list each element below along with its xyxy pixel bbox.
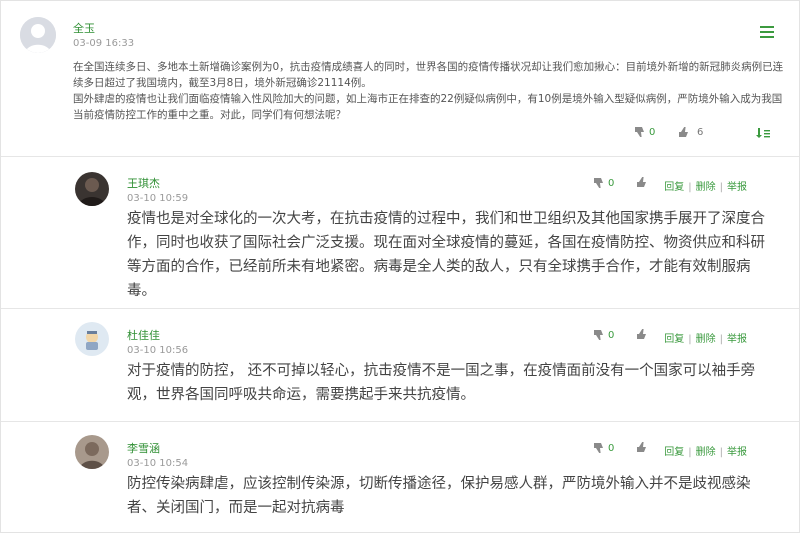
reply-link[interactable]: 回复: [664, 447, 684, 458]
avatar[interactable]: [75, 435, 109, 469]
thumbs-up-icon: [679, 127, 688, 137]
dislike-button[interactable]: 0: [634, 126, 655, 138]
separator: |: [688, 334, 692, 345]
reply-author[interactable]: 杜佳佳: [127, 327, 160, 343]
sort-down-icon: [756, 128, 770, 138]
separator: |: [719, 447, 723, 458]
post-content: 在全国连续多日、多地本土新增确诊案例为0，抗击疫情成绩喜人的同时，世界各国的疫情…: [73, 59, 788, 123]
thumbs-down-icon: [594, 330, 603, 340]
delete-link[interactable]: 删除: [696, 334, 716, 345]
dislike-count: 0: [608, 329, 615, 341]
reply-actions: 回复 | 删除 | 举报: [664, 178, 747, 193]
reply-item: 杜佳佳 03-10 10:56 0 回复 | 删除 | 举报 对于疫情的防控， 还不可掉…: [1, 309, 799, 422]
dislike-button[interactable]: 0: [593, 442, 614, 454]
like-button[interactable]: [636, 176, 648, 188]
separator: |: [719, 334, 723, 345]
dislike-count: 0: [608, 177, 615, 189]
reply-actions: 回复 | 删除 | 举报: [664, 330, 747, 345]
reply-time: 03-10 10:54: [127, 458, 189, 469]
comment-thread: 全玉 03-09 16:33 在全国连续多日、多地本土新增确诊案例为0，抗击疫情…: [0, 0, 800, 533]
sort-button[interactable]: [756, 128, 770, 138]
menu-icon[interactable]: [760, 26, 774, 38]
reply-actions: 回复 | 删除 | 举报: [664, 443, 747, 458]
dislike-count: 0: [608, 442, 615, 454]
avatar[interactable]: [20, 17, 56, 53]
delete-link[interactable]: 删除: [696, 447, 716, 458]
avatar[interactable]: [75, 172, 109, 206]
like-button[interactable]: [636, 328, 648, 340]
separator: |: [719, 182, 723, 193]
thumbs-up-icon: [637, 442, 646, 452]
report-link[interactable]: 举报: [727, 447, 747, 458]
reply-item: 王琪杰 03-10 10:59 0 回复 | 删除 | 举报 疫情也是对全球化的一次大考…: [1, 157, 799, 309]
dislike-count: 0: [649, 126, 656, 138]
thumbs-up-icon: [637, 329, 646, 339]
reply-author[interactable]: 李雪涵: [127, 440, 160, 456]
thumbs-down-icon: [635, 127, 644, 137]
like-button[interactable]: 6: [678, 126, 703, 138]
avatar[interactable]: [75, 322, 109, 356]
reply-time: 03-10 10:56: [127, 345, 189, 356]
post-paragraph: 在全国连续多日、多地本土新增确诊案例为0，抗击疫情成绩喜人的同时，世界各国的疫情…: [73, 61, 784, 89]
thumbs-up-icon: [637, 177, 646, 187]
default-avatar-icon: [20, 17, 56, 53]
separator: |: [688, 447, 692, 458]
reply-content: 疫情也是对全球化的一次大考，在抗击疫情的过程中，我们和世卫组织及其他国家携手展开…: [127, 211, 765, 299]
thumbs-down-icon: [594, 443, 603, 453]
reply-content: 防控传染病肆虐，应该控制传染源，切断传播途径，保护易感人群，严防境外输入并不是歧…: [127, 476, 751, 516]
post-author[interactable]: 全玉: [73, 20, 95, 36]
report-link[interactable]: 举报: [727, 334, 747, 345]
thumbs-down-icon: [594, 178, 603, 188]
like-count: 6: [697, 126, 704, 138]
reply-item: 李雪涵 03-10 10:54 0 回复 | 删除 | 举报 防控传染病肆虐，应该控制传…: [1, 422, 799, 532]
like-button[interactable]: [636, 441, 648, 453]
report-link[interactable]: 举报: [727, 182, 747, 193]
user-photo-icon: [75, 172, 109, 206]
reply-author[interactable]: 王琪杰: [127, 175, 160, 191]
dislike-button[interactable]: 0: [593, 177, 614, 189]
cartoon-avatar-icon: [75, 322, 109, 356]
separator: |: [688, 182, 692, 193]
user-photo-icon: [75, 435, 109, 469]
delete-link[interactable]: 删除: [696, 182, 716, 193]
post-time: 03-09 16:33: [73, 38, 135, 49]
dislike-button[interactable]: 0: [593, 329, 614, 341]
reply-content: 对于疫情的防控， 还不可掉以轻心，抗击疫情不是一国之事，在疫情面前没有一个国家可…: [127, 363, 756, 403]
reply-link[interactable]: 回复: [664, 182, 684, 193]
reply-link[interactable]: 回复: [664, 334, 684, 345]
post-paragraph: 国外肆虐的疫情也让我们面临疫情输入性风险加大的问题，如上海市正在排查的22例疑似…: [73, 93, 783, 121]
reply-time: 03-10 10:59: [127, 193, 189, 204]
main-post: 全玉 03-09 16:33 在全国连续多日、多地本土新增确诊案例为0，抗击疫情…: [1, 1, 799, 157]
